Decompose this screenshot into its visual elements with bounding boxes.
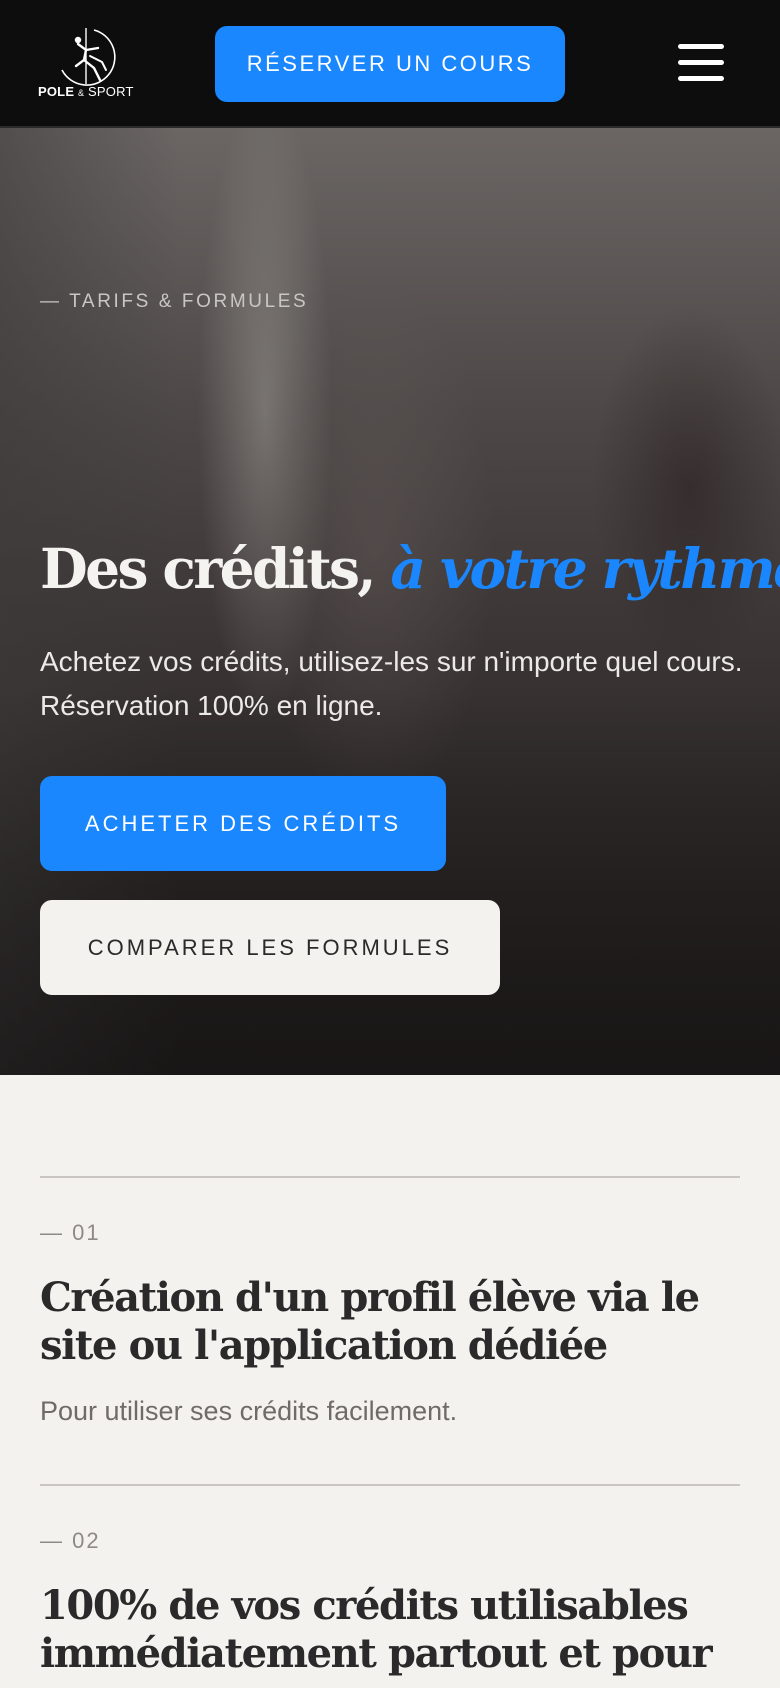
hero-section: — TARIFS & FORMULES Des crédits, à votre… — [0, 128, 780, 1075]
hero-title: Des crédits, à votre rythme. — [40, 536, 780, 602]
hero-subtitle: Achetez vos crédits, utilisez-les sur n'… — [40, 646, 743, 721]
buy-credits-button[interactable]: ACHETER DES CRÉDITS — [40, 776, 446, 871]
step-number: — 01 — [40, 1220, 101, 1245]
book-class-button[interactable]: RÉSERVER UN COURS — [215, 26, 565, 102]
step-description: Pour utiliser ses crédits facilement. — [40, 1396, 458, 1426]
hero-background-gradient — [0, 688, 780, 1075]
logo-text: POLE & SPORT — [38, 84, 138, 99]
logo-sport-text: SPORT — [88, 84, 134, 99]
logo-amp-text: & — [78, 88, 85, 98]
menu-line — [678, 60, 724, 65]
menu-line — [678, 76, 724, 81]
step-title: Création d'un profil élève via le site o… — [40, 1274, 700, 1369]
site-header: POLE & SPORT RÉSERVER UN COURS — [0, 0, 780, 128]
pole-dancer-logo-icon — [61, 28, 116, 86]
step-title: 100% de vos crédits utilisables immédiat… — [40, 1582, 713, 1677]
step-divider — [40, 1176, 740, 1178]
step-number: — 02 — [40, 1528, 101, 1553]
logo-main-text: POLE — [38, 84, 75, 99]
menu-line — [678, 44, 724, 49]
step-divider — [40, 1484, 740, 1486]
hamburger-menu-icon[interactable] — [678, 44, 724, 82]
compare-plans-button[interactable]: COMPARER LES FORMULES — [40, 900, 500, 995]
pole-sport-logo[interactable]: POLE & SPORT — [38, 26, 134, 102]
hero-title-accent: à votre rythme. — [390, 536, 780, 601]
hero-eyebrow: — TARIFS & FORMULES — [40, 291, 309, 312]
hero-title-plain: Des crédits, — [40, 536, 377, 601]
